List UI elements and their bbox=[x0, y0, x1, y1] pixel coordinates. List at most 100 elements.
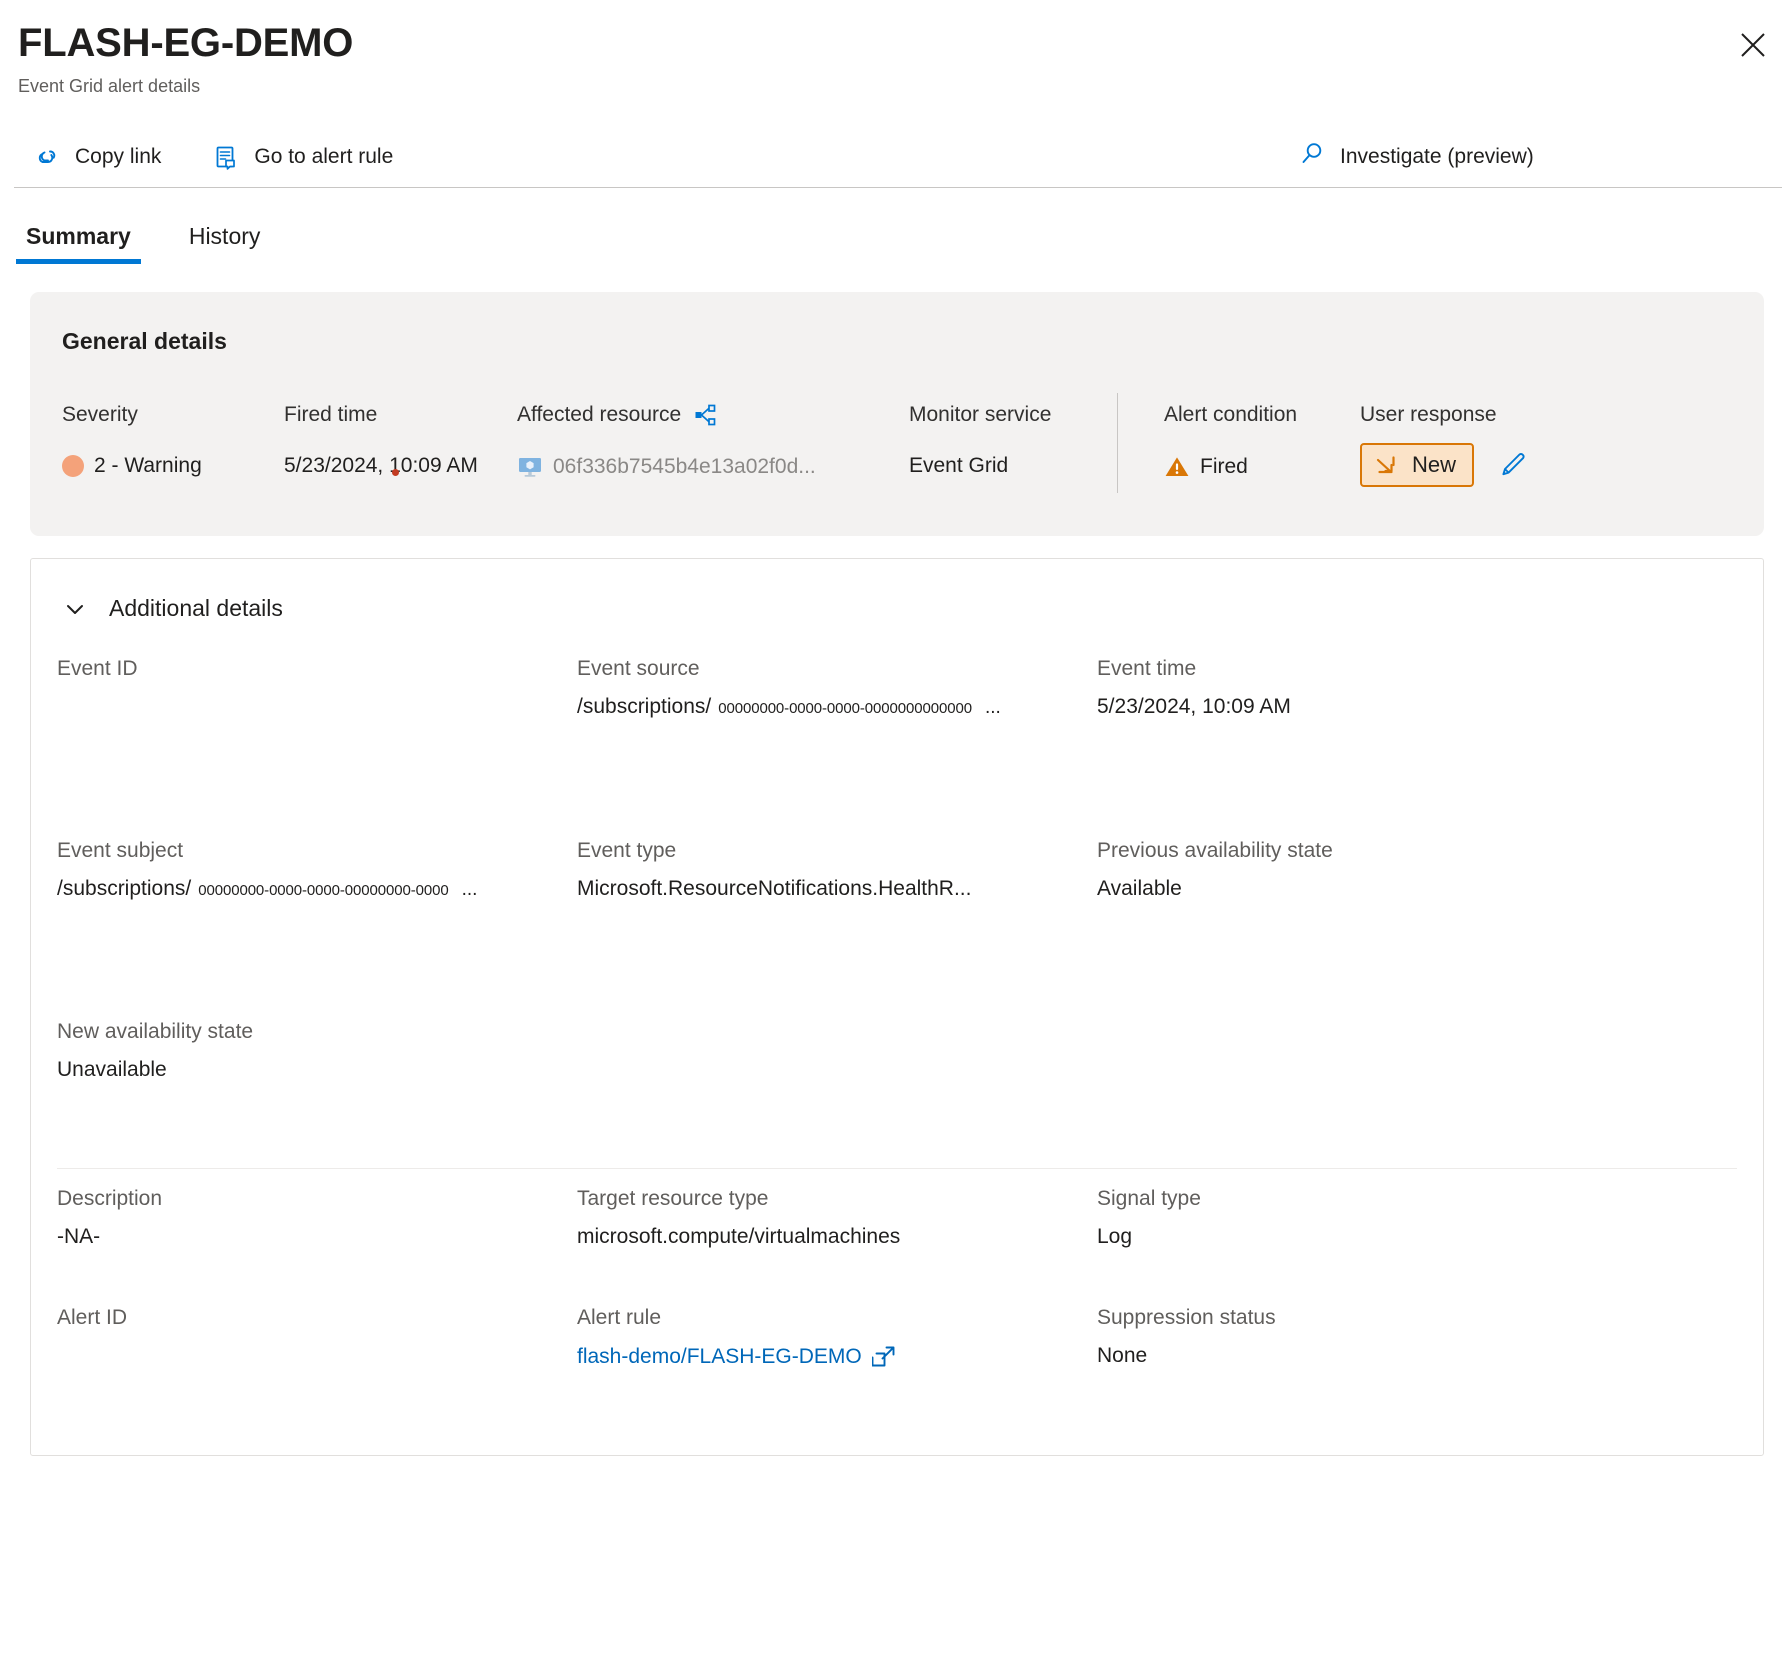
virtual-machine-icon bbox=[517, 454, 543, 480]
field-description: Description -NA- bbox=[57, 1187, 162, 1249]
field-event-time: Event time 5/23/2024, 10:09 AM bbox=[1097, 657, 1291, 719]
command-bar: Copy link Go to alert rule Investigate (… bbox=[0, 126, 1782, 188]
field-user-response: User response New bbox=[1360, 403, 1534, 487]
field-alert-condition: Alert condition Fired bbox=[1164, 403, 1297, 480]
general-details-vertical-divider bbox=[1117, 393, 1118, 493]
event-time-label: Event time bbox=[1097, 657, 1291, 681]
alert-rule-link-text: flash-demo/FLASH-EG-DEMO bbox=[577, 1345, 862, 1369]
event-source-prefix: /subscriptions/ bbox=[577, 695, 711, 719]
target-resource-type-label: Target resource type bbox=[577, 1187, 900, 1211]
affected-resource-label: Affected resource bbox=[517, 403, 681, 427]
pencil-icon bbox=[1496, 449, 1528, 481]
general-details-card: General details Severity 2 - Warning Fir… bbox=[30, 292, 1764, 536]
event-type-label: Event type bbox=[577, 839, 971, 863]
edit-user-response-button[interactable] bbox=[1490, 445, 1534, 485]
user-response-label: User response bbox=[1360, 403, 1534, 427]
suppression-status-value: None bbox=[1097, 1344, 1276, 1368]
field-event-id: Event ID bbox=[57, 657, 138, 695]
event-id-label: Event ID bbox=[57, 657, 138, 681]
field-event-type: Event type Microsoft.ResourceNotificatio… bbox=[577, 839, 971, 901]
user-response-value: New bbox=[1412, 452, 1456, 478]
event-subject-guid: 00000000-0000-0000-00000000-0000 bbox=[198, 882, 448, 899]
general-details-title: General details bbox=[30, 328, 1764, 355]
monitor-service-label: Monitor service bbox=[909, 403, 1051, 427]
page-subtitle: Event Grid alert details bbox=[18, 76, 1782, 98]
new-alert-icon bbox=[1374, 452, 1400, 478]
link-icon bbox=[32, 142, 62, 172]
field-monitor-service: Monitor service Event Grid bbox=[909, 403, 1051, 478]
description-value: -NA- bbox=[57, 1225, 162, 1249]
affected-resource-label-row: Affected resource bbox=[517, 403, 816, 427]
alert-details-blade: FLASH-EG-DEMO Event Grid alert details C… bbox=[0, 0, 1782, 1658]
tab-summary[interactable]: Summary bbox=[16, 223, 141, 264]
event-source-guid: 00000000-0000-0000-0000000000000 bbox=[718, 700, 972, 717]
additional-details-divider bbox=[57, 1168, 1737, 1169]
copy-link-button[interactable]: Copy link bbox=[28, 136, 165, 178]
alert-condition-label: Alert condition bbox=[1164, 403, 1297, 427]
field-event-subject: Event subject /subscriptions/ 00000000-0… bbox=[57, 839, 477, 901]
severity-dot-icon bbox=[62, 455, 84, 477]
alert-condition-value-row: Fired bbox=[1164, 454, 1297, 480]
field-event-source: Event source /subscriptions/ 00000000-00… bbox=[577, 657, 1001, 719]
go-to-alert-rule-button[interactable]: Go to alert rule bbox=[207, 136, 397, 178]
alert-id-label: Alert ID bbox=[57, 1306, 127, 1330]
monitor-service-value: Event Grid bbox=[909, 454, 1051, 478]
field-new-availability-state: New availability state Unavailable bbox=[57, 1020, 253, 1082]
signal-type-label: Signal type bbox=[1097, 1187, 1201, 1211]
alert-rule-label: Alert rule bbox=[577, 1306, 898, 1330]
copy-link-label: Copy link bbox=[75, 145, 161, 169]
field-fired-time: Fired time 5/23/2024, 10:09 AM bbox=[284, 403, 478, 478]
user-response-value-row: New bbox=[1360, 443, 1534, 487]
external-link-icon bbox=[872, 1344, 898, 1370]
signal-type-value: Log bbox=[1097, 1225, 1201, 1249]
additional-details-card: Additional details Event ID Event source… bbox=[30, 558, 1764, 1456]
tab-list: Summary History bbox=[0, 188, 1782, 264]
event-subject-ellipsis: ... bbox=[462, 879, 478, 901]
share-resource-icon[interactable] bbox=[693, 403, 717, 427]
suppression-status-label: Suppression status bbox=[1097, 1306, 1276, 1330]
warning-triangle-icon bbox=[1164, 454, 1190, 480]
event-source-value-row: /subscriptions/ 00000000-0000-0000-00000… bbox=[577, 695, 1001, 719]
tab-summary-label: Summary bbox=[26, 223, 131, 249]
field-target-resource-type: Target resource type microsoft.compute/v… bbox=[577, 1187, 900, 1249]
user-response-badge[interactable]: New bbox=[1360, 443, 1474, 487]
event-source-ellipsis: ... bbox=[985, 697, 1001, 719]
field-severity: Severity 2 - Warning bbox=[62, 403, 202, 478]
alert-rule-link[interactable]: flash-demo/FLASH-EG-DEMO bbox=[577, 1344, 898, 1370]
tab-history-label: History bbox=[189, 223, 261, 249]
alert-condition-value: Fired bbox=[1200, 455, 1248, 479]
target-resource-type-value: microsoft.compute/virtualmachines bbox=[577, 1225, 900, 1249]
event-time-value: 5/23/2024, 10:09 AM bbox=[1097, 695, 1291, 719]
blade-header: FLASH-EG-DEMO Event Grid alert details bbox=[0, 0, 1782, 98]
chevron-down-icon bbox=[61, 595, 89, 623]
additional-details-label: Additional details bbox=[109, 595, 283, 622]
investigate-label: Investigate (preview) bbox=[1340, 145, 1534, 169]
search-icon bbox=[1297, 139, 1327, 175]
additional-details-toggle[interactable]: Additional details bbox=[31, 559, 1763, 623]
event-subject-prefix: /subscriptions/ bbox=[57, 877, 191, 901]
tab-history[interactable]: History bbox=[179, 223, 271, 264]
field-signal-type: Signal type Log bbox=[1097, 1187, 1201, 1249]
affected-resource-value-row[interactable]: 06f336b7545b4e13a02f0d... bbox=[517, 454, 816, 480]
severity-value-row: 2 - Warning bbox=[62, 454, 202, 478]
go-to-alert-rule-label: Go to alert rule bbox=[254, 145, 393, 169]
severity-label: Severity bbox=[62, 403, 202, 427]
previous-availability-state-label: Previous availability state bbox=[1097, 839, 1333, 863]
new-availability-state-value: Unavailable bbox=[57, 1058, 253, 1082]
command-bar-divider bbox=[14, 187, 1782, 188]
event-subject-label: Event subject bbox=[57, 839, 477, 863]
affected-resource-value: 06f336b7545b4e13a02f0d... bbox=[553, 455, 816, 479]
general-details-grid: Severity 2 - Warning Fired time 5/23/202… bbox=[30, 403, 1764, 513]
field-alert-id: Alert ID bbox=[57, 1306, 127, 1344]
investigate-button[interactable]: Investigate (preview) bbox=[1293, 133, 1538, 181]
field-alert-rule: Alert rule flash-demo/FLASH-EG-DEMO bbox=[577, 1306, 898, 1370]
alert-rule-value-row: flash-demo/FLASH-EG-DEMO bbox=[577, 1344, 898, 1370]
fired-time-value-row: 5/23/2024, 10:09 AM bbox=[284, 454, 478, 478]
field-affected-resource: Affected resource bbox=[517, 403, 816, 480]
close-icon[interactable] bbox=[1730, 22, 1776, 68]
fired-time-label: Fired time bbox=[284, 403, 478, 427]
new-availability-state-label: New availability state bbox=[57, 1020, 253, 1044]
severity-value: 2 - Warning bbox=[94, 454, 202, 478]
previous-availability-state-value: Available bbox=[1097, 877, 1333, 901]
event-source-label: Event source bbox=[577, 657, 1001, 681]
